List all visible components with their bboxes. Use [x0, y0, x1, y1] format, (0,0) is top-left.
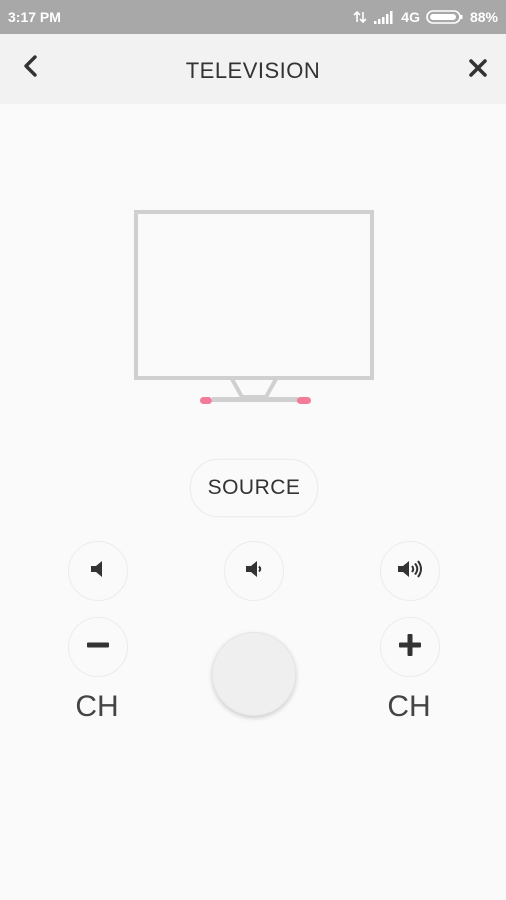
data-transfer-icon [353, 10, 367, 24]
volume-down-button[interactable] [224, 541, 284, 601]
center-button[interactable] [212, 632, 296, 716]
status-bar: 3:17 PM 4G 88% [0, 0, 506, 34]
close-button[interactable] [462, 54, 494, 86]
channel-down-button[interactable] [68, 617, 128, 677]
page-title: TELEVISION [185, 58, 321, 83]
volume-up-icon [395, 557, 425, 586]
minus-icon [86, 633, 110, 662]
app-bar: TELEVISION [0, 34, 506, 104]
volume-mute-icon [88, 558, 108, 585]
volume-up-button[interactable] [380, 541, 440, 601]
close-icon [468, 58, 488, 83]
network-type: 4G [401, 9, 420, 25]
volume-down-icon [243, 558, 265, 585]
television-icon [130, 205, 378, 414]
channel-up-button[interactable] [380, 617, 440, 677]
status-time: 3:17 PM [8, 9, 61, 25]
channel-up-label: CH [387, 690, 431, 723]
channel-down-label: CH [75, 690, 119, 723]
battery-percent: 88% [469, 9, 498, 25]
status-indicators: 4G 88% [353, 9, 498, 25]
signal-icon [373, 10, 395, 24]
plus-icon [398, 633, 422, 662]
mute-button[interactable] [68, 541, 128, 601]
battery-icon [426, 9, 464, 25]
source-button[interactable]: SOURCE [190, 459, 318, 517]
